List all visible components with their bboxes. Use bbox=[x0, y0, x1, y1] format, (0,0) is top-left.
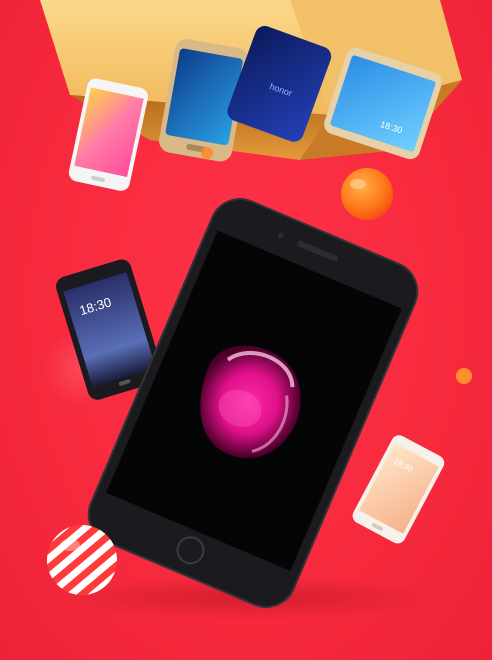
main-phone bbox=[87, 198, 419, 608]
small-right-phone: 18:30 bbox=[352, 435, 445, 544]
small-orange-dot bbox=[201, 147, 213, 159]
scene-illustration: honor 18:30 18:30 18:30 bbox=[40, 0, 472, 620]
promo-scene: honor 18:30 18:30 18:30 bbox=[0, 0, 492, 660]
small-orange-dot-right bbox=[456, 368, 472, 384]
orange-ball bbox=[341, 168, 393, 220]
